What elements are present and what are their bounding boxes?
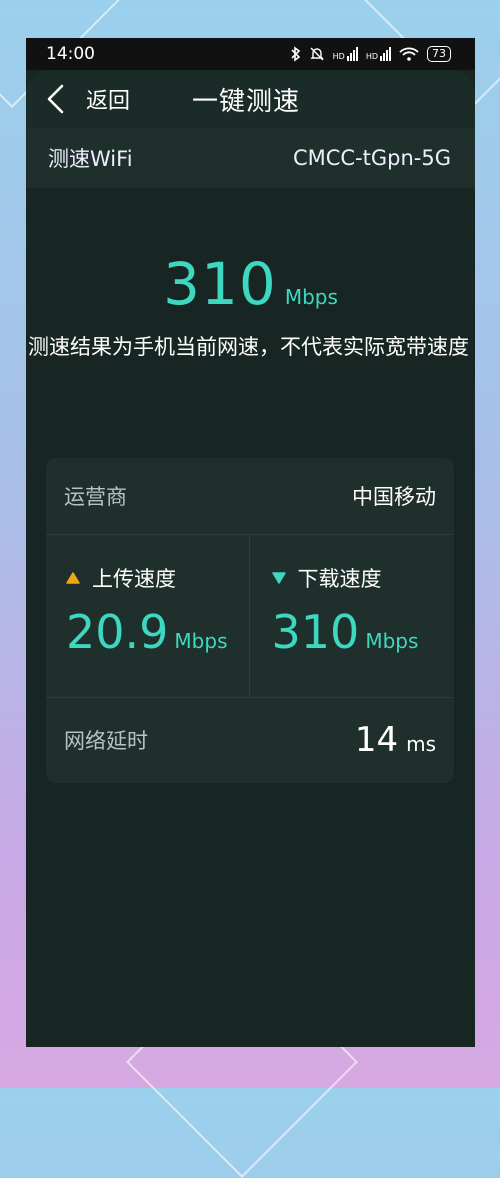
download-arrow-icon [271, 572, 286, 584]
latency-value: 14 [354, 720, 399, 760]
page-title: 一键测速 [192, 86, 301, 117]
hd-signal-icon: HD [366, 47, 391, 61]
speed-value: 310 [163, 250, 277, 318]
result-card: 运营商 中国移动 上传速度 20.9 Mbps 下载速度 310 Mbps 网络… [46, 458, 454, 783]
upload-unit: Mbps [174, 629, 228, 653]
bluetooth-icon [291, 46, 300, 62]
back-label: 返回 [86, 89, 131, 114]
wifi-icon [399, 47, 419, 61]
latency-label: 网络延时 [64, 729, 148, 753]
speed-cells: 上传速度 20.9 Mbps 下载速度 310 Mbps [46, 535, 454, 698]
carrier-value: 中国移动 [352, 485, 436, 509]
carrier-label: 运营商 [64, 485, 127, 509]
upload-label: 上传速度 [92, 567, 176, 591]
hd-signal-icon: HD [333, 47, 358, 61]
upload-value: 20.9 [66, 605, 169, 659]
speed-note: 测速结果为手机当前网速，不代表实际宽带速度 [28, 335, 469, 359]
download-value: 310 [271, 605, 360, 659]
download-label: 下载速度 [297, 567, 382, 591]
speed-unit: Mbps [284, 285, 338, 309]
latency-unit: ms [406, 732, 436, 756]
battery-indicator: 73 [427, 46, 451, 62]
status-icons: HD HD 73 [291, 46, 451, 62]
wifi-ssid: CMCC-tGpn-5G [292, 146, 451, 170]
download-cell: 下载速度 310 Mbps [248, 535, 455, 697]
back-button[interactable]: 返回 [26, 83, 130, 115]
upload-speed: 20.9 Mbps [66, 605, 249, 659]
mute-icon [309, 47, 324, 61]
upload-cell: 上传速度 20.9 Mbps [46, 535, 249, 697]
phone-screen: 14:00 HD HD 73 返回 一键测速 测速WiFi CMCC-tGpn-… [26, 38, 475, 1047]
upload-arrow-icon [66, 572, 80, 584]
app-header: 返回 一键测速 [26, 70, 475, 128]
download-speed: 310 Mbps [272, 605, 455, 659]
speed-result: 310 Mbps [26, 250, 475, 318]
download-title: 下载速度 [271, 563, 455, 593]
upload-title: 上传速度 [66, 563, 249, 593]
status-bar: 14:00 HD HD 73 [26, 38, 475, 70]
status-time: 14:00 [46, 44, 95, 64]
carrier-row: 运营商 中国移动 [46, 458, 454, 535]
latency-row: 网络延时 14 ms [46, 698, 454, 782]
latency-value-group: 14 ms [355, 720, 436, 760]
wifi-label: 测速WiFi [48, 147, 133, 171]
chevron-left-icon [47, 84, 64, 114]
download-unit: Mbps [365, 629, 419, 653]
wifi-row: 测速WiFi CMCC-tGpn-5G [26, 128, 475, 188]
